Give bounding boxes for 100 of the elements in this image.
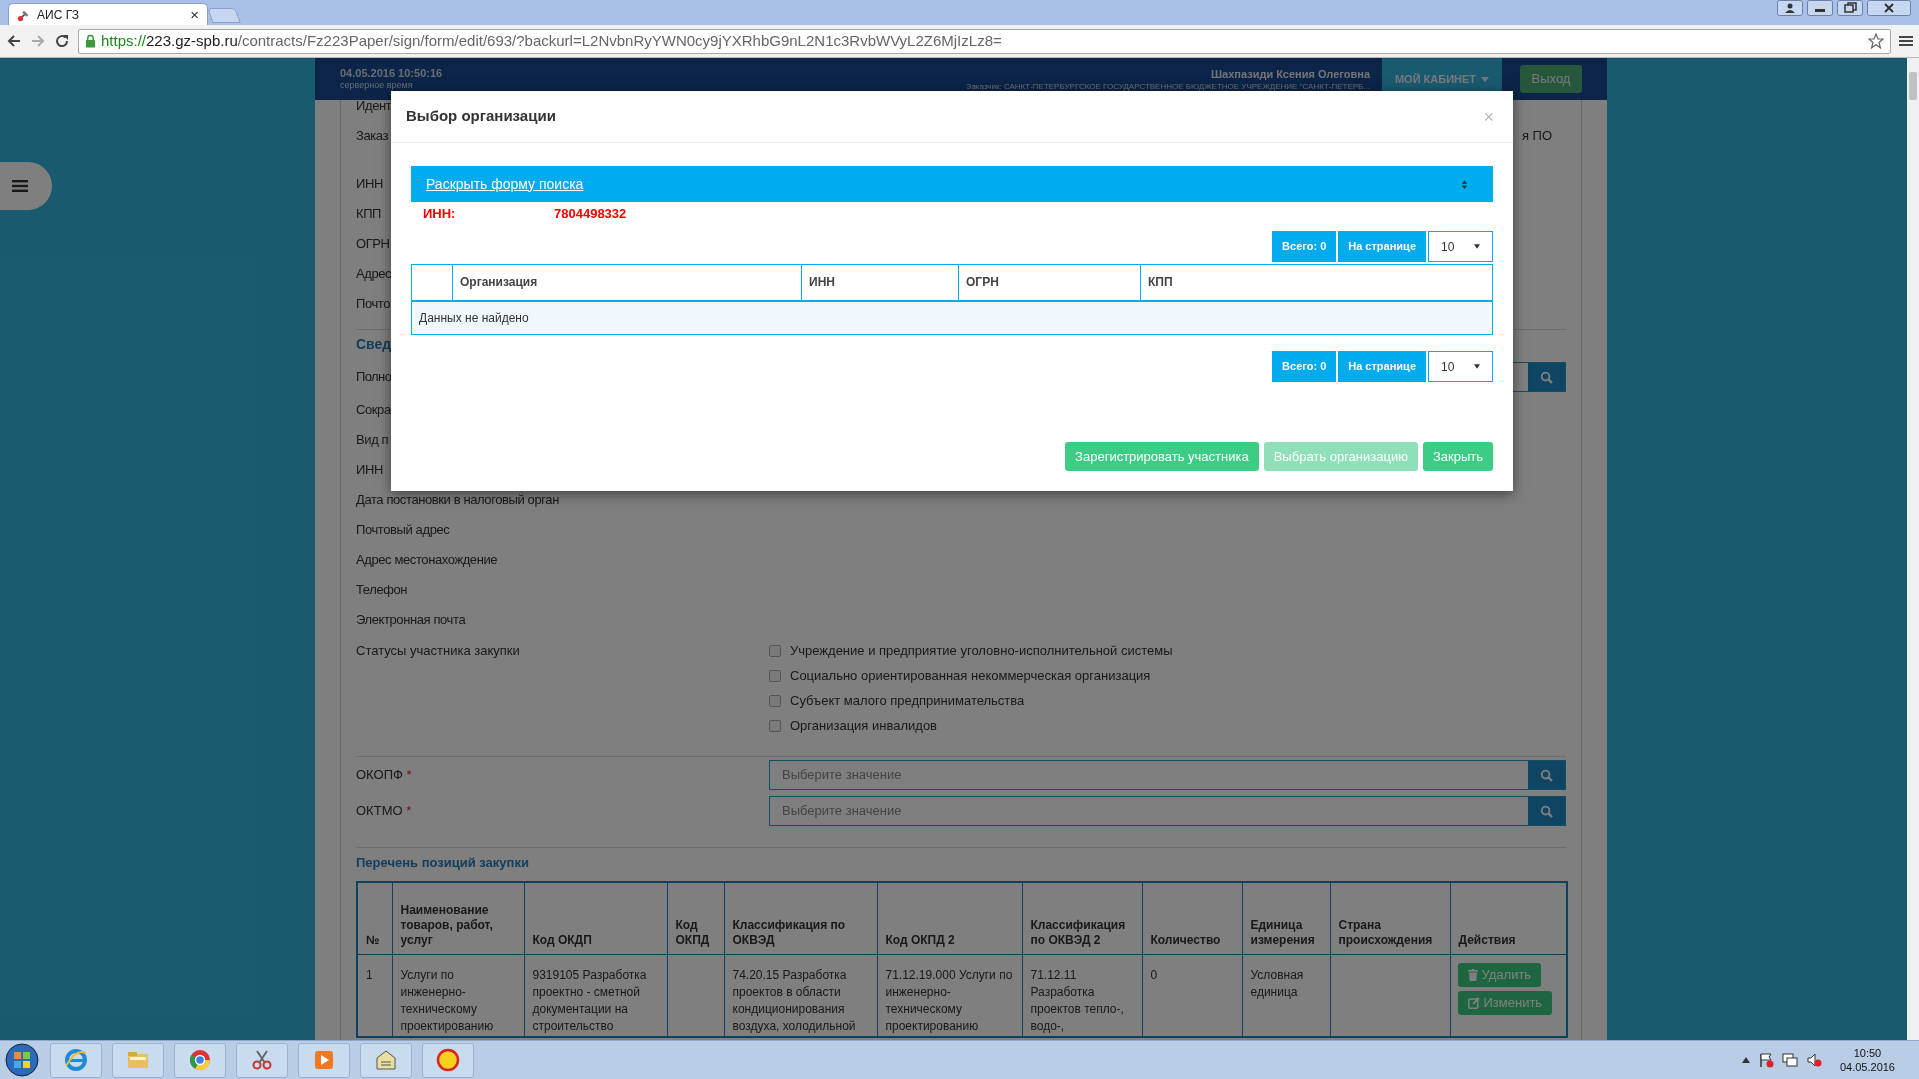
minimize-icon[interactable]	[1807, 0, 1833, 16]
field-label: Адрес местонахождение	[356, 551, 498, 570]
menu-icon	[12, 179, 28, 193]
column-header: №	[357, 882, 392, 954]
empty-message: Данных не найдено	[411, 300, 1493, 335]
speaker-icon[interactable]	[1805, 1052, 1822, 1068]
table-cell: 9319105 Разработка проектно - сметной документации на строительство	[524, 954, 667, 1037]
caret-icon	[1474, 244, 1480, 249]
start-button[interactable]	[4, 1042, 40, 1078]
server-time-caption: серверное время	[340, 80, 414, 91]
checkbox[interactable]	[769, 669, 781, 682]
column-header: Наименование товаров, работ, услуг	[392, 882, 524, 954]
table-cell: 1	[357, 954, 392, 1037]
search-icon	[1540, 370, 1553, 384]
customer-name: Заказчик: САНКТ-ПЕТЕРБУРГСКОЕ ГОСУДАРСТВЕННОЕ БЮДЖЕТНОЕ УЧРЕЖДЕНИЕ "САНКТ-ПЕТЕРБ...	[966, 80, 1370, 92]
field-label: ОКОПФ *	[356, 766, 413, 785]
field-label: Электронная почта	[356, 611, 466, 630]
bookmark-star-icon[interactable]	[1868, 33, 1884, 49]
reload-icon[interactable]	[54, 33, 70, 49]
column-header: Классификация по ОКВЭД	[724, 882, 877, 954]
lookup-field[interactable]: Выберите значение	[769, 760, 1566, 790]
column-header: ОГРН	[958, 264, 1141, 301]
dialog-button: Выбрать организацию	[1263, 442, 1418, 471]
search-button[interactable]	[1528, 761, 1565, 789]
back-icon[interactable]	[6, 33, 22, 49]
taskbar-app-button[interactable]	[112, 1042, 164, 1078]
field-label: Вид п	[356, 431, 389, 450]
edit-button[interactable]: Изменить	[1457, 990, 1553, 1015]
network-icon[interactable]	[1781, 1052, 1798, 1068]
checkbox-label: Социально ориентированная некоммерческая организация	[790, 666, 1151, 685]
play-icon	[312, 1048, 336, 1072]
caret-icon	[1481, 76, 1490, 82]
per-page-select[interactable]: 10	[1428, 231, 1493, 262]
taskbar-app-button[interactable]	[174, 1042, 226, 1078]
taskbar-app-button[interactable]	[360, 1042, 412, 1078]
field-label: Дата постановки в налоговый орган	[356, 491, 559, 510]
delete-button[interactable]: Удалить	[1457, 962, 1542, 987]
taskbar-app-button[interactable]	[422, 1042, 474, 1078]
browser-tab[interactable]: АИС ГЗ ×	[8, 3, 208, 25]
user-name: Шахпазиди Ксения Олеговна	[1211, 66, 1370, 81]
address-bar[interactable]: https://223.gz-spb.ru/contracts/Fz223Paper/sign/form/edit/693/?backurl=L2NvbnRyYWN0cy9jYXRhbG9nL2N1c3RvbWVyL2Z6MjIzLz8=	[78, 28, 1891, 54]
field-label: Телефон	[356, 581, 408, 600]
field-label: ИНН	[356, 461, 383, 480]
field-label: Сокра	[356, 401, 391, 420]
scrollbar[interactable]	[1907, 58, 1919, 1040]
checkbox-label: Организация инвалидов	[790, 716, 938, 735]
clock[interactable]: 10:50 04.05.2016	[1839, 1046, 1895, 1074]
per-page-select[interactable]: 10	[1428, 351, 1493, 382]
column-header: Количество	[1142, 882, 1242, 954]
document-icon	[374, 1048, 398, 1072]
sidebar-toggle-button[interactable]	[0, 162, 52, 210]
flag-icon[interactable]	[1757, 1052, 1774, 1068]
trash-icon	[1467, 968, 1478, 981]
checkbox-label: Субъект малого предпринимательства	[790, 691, 1025, 710]
column-header: КПП	[1140, 264, 1493, 301]
tab-title: АИС ГЗ	[37, 6, 81, 24]
filter-label: ИНН:	[423, 205, 457, 224]
column-header: Код ОКДП	[524, 882, 667, 954]
field-label: Идент	[356, 97, 392, 115]
restore-icon[interactable]	[1837, 0, 1863, 16]
logout-button[interactable]: Выход	[1520, 65, 1582, 93]
field-label: Почтовый адрес	[356, 521, 450, 540]
browser-e-icon	[64, 1048, 88, 1072]
table-cell: 71.12.19.000 Услуги по инженерно-техническому проектированию	[877, 954, 1022, 1037]
column-header: Классификация по ОКВЭД 2	[1022, 882, 1142, 954]
filter-value: 7804498332	[554, 205, 627, 224]
close-icon[interactable]	[1867, 0, 1911, 16]
menu-icon[interactable]	[1899, 34, 1913, 48]
coin-icon	[436, 1048, 460, 1072]
column-header: Код ОКПД	[667, 882, 724, 954]
checkbox[interactable]	[769, 719, 781, 732]
table-cell: 74.20.15 Разработка проектов в области кондиционирования воздуха, холодильной	[724, 954, 877, 1037]
section-title: Свед	[356, 335, 392, 354]
checkbox[interactable]	[769, 644, 781, 657]
field-value: я ПО	[1521, 127, 1552, 145]
lock-icon	[85, 34, 96, 48]
search-toggle-link[interactable]: Раскрыть форму поиска	[426, 173, 584, 195]
forward-icon[interactable]	[30, 33, 46, 49]
lookup-field[interactable]: Выберите значение	[769, 796, 1566, 826]
checkbox[interactable]	[769, 694, 781, 707]
close-button[interactable]: ×	[1483, 107, 1494, 126]
table-cell: 0	[1142, 954, 1242, 1037]
taskbar-app-button[interactable]	[50, 1042, 102, 1078]
show-hidden-icons-icon[interactable]	[1741, 1057, 1750, 1063]
tab-close-button[interactable]: ×	[190, 7, 199, 22]
search-button[interactable]	[1528, 363, 1565, 391]
url-text: https://223.gz-spb.ru/contracts/Fz223Paper/sign/form/edit/693/?backurl=L2NvbnRyYWN0cy9jYXRhbG9nL2N1c3RvbWVyL2Z6MjIzLz8=	[101, 30, 1003, 51]
taskbar-app-button[interactable]	[298, 1042, 350, 1078]
new-tab-button[interactable]	[207, 8, 241, 23]
column-header: Организация	[452, 264, 802, 301]
dialog-button[interactable]: Закрыть	[1422, 442, 1493, 471]
column-header: Страна происхождения	[1330, 882, 1450, 954]
field-label: КПП	[356, 205, 382, 223]
taskbar-app-button[interactable]	[236, 1042, 288, 1078]
field-label: ОГРН	[356, 235, 390, 253]
dialog-button[interactable]: Зарегистрировать участника	[1065, 442, 1259, 471]
user-icon[interactable]	[1777, 0, 1803, 16]
search-button[interactable]	[1528, 797, 1565, 825]
field-label: ОКТМО *	[356, 802, 413, 821]
field-label: Статусы участника закупки	[356, 642, 521, 660]
